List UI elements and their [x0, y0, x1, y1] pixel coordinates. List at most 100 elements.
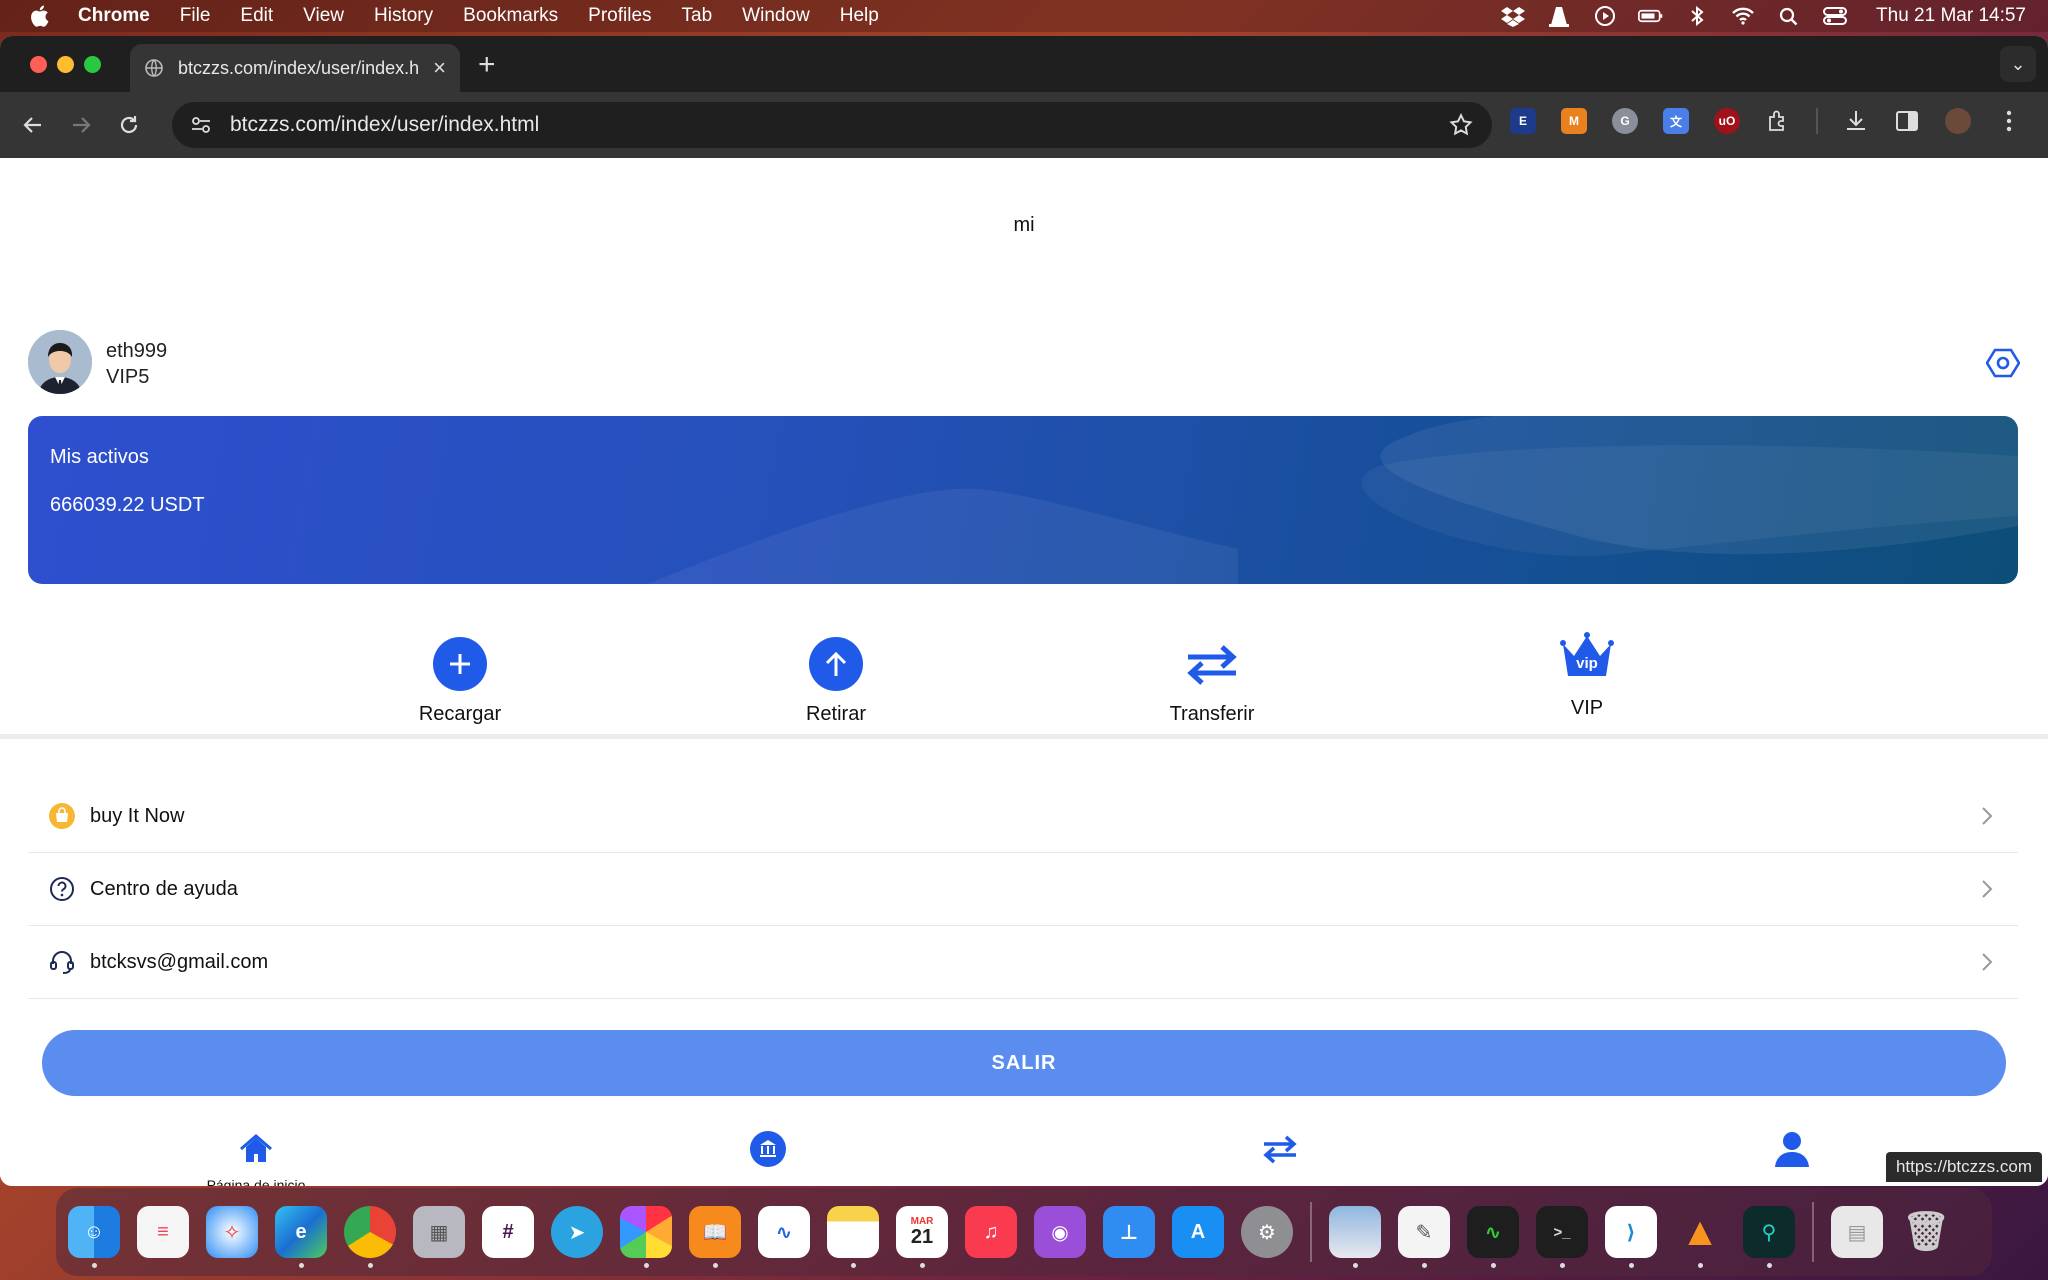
preview-icon[interactable]: [1329, 1206, 1381, 1268]
spotlight-search-icon[interactable]: [1776, 5, 1802, 27]
freeform-icon[interactable]: ∿: [758, 1206, 810, 1258]
menubar-history[interactable]: History: [374, 5, 433, 27]
new-tab-button[interactable]: +: [478, 48, 496, 82]
bottom-navigation: Página de inicio: [0, 1130, 2048, 1186]
menubar-view[interactable]: View: [303, 5, 344, 27]
minimize-window-button[interactable]: [57, 56, 74, 73]
finder-icon[interactable]: ☺: [68, 1206, 120, 1268]
telegram-icon[interactable]: ➤: [551, 1206, 603, 1258]
browser-tab[interactable]: btczzs.com/index/user/index.h ×: [130, 44, 460, 92]
withdraw-action[interactable]: Retirar: [756, 636, 916, 726]
nav-bank[interactable]: [668, 1130, 868, 1173]
side-panel-icon[interactable]: [1894, 108, 1920, 134]
calendar-icon[interactable]: MAR 21: [896, 1206, 948, 1268]
page-title: mi: [1013, 214, 1035, 236]
quick-actions: Recargar Retirar Transferir vip VIP: [0, 632, 2048, 736]
nav-transfer[interactable]: [1180, 1130, 1380, 1173]
music-icon[interactable]: ♫: [965, 1206, 1017, 1258]
withdraw-label: Retirar: [805, 703, 866, 725]
launchpad-icon[interactable]: ▦: [413, 1206, 465, 1258]
shop-icon: [49, 803, 75, 829]
address-bar[interactable]: btczzs.com/index/user/index.html: [172, 102, 1492, 148]
battery-icon[interactable]: [1638, 5, 1664, 27]
tab-search-chevron-icon[interactable]: ⌄: [2000, 46, 2036, 82]
menu-label: buy It Now: [90, 804, 185, 827]
system-settings-icon[interactable]: ⚙: [1241, 1206, 1293, 1258]
menubar-clock[interactable]: Thu 21 Mar 14:57: [1876, 5, 2026, 27]
ublock-origin-icon[interactable]: uO: [1714, 108, 1740, 134]
notes-icon[interactable]: [827, 1206, 879, 1268]
menubar-app-name[interactable]: Chrome: [78, 5, 150, 27]
extensions-puzzle-icon[interactable]: [1765, 108, 1791, 134]
play-circle-icon[interactable]: [1592, 5, 1618, 27]
podcasts-icon[interactable]: ◉: [1034, 1206, 1086, 1258]
extension-blue-icon[interactable]: E: [1510, 108, 1536, 134]
dock-separator: [1812, 1202, 1814, 1262]
vip-action[interactable]: vip VIP: [1507, 630, 1667, 720]
metamask-fox-icon[interactable]: M: [1561, 108, 1587, 134]
reload-button[interactable]: [114, 110, 144, 140]
vip-crown-icon: vip: [1560, 632, 1614, 676]
avatar-person-icon: [28, 330, 92, 394]
download-icon[interactable]: [1843, 108, 1869, 134]
google-translate-icon[interactable]: 文: [1663, 108, 1689, 134]
photos-icon[interactable]: [620, 1206, 672, 1268]
nav-profile[interactable]: [1692, 1130, 1892, 1173]
chrome-icon[interactable]: [344, 1206, 396, 1268]
books-icon[interactable]: 📖: [689, 1206, 741, 1268]
vlc-menubar-icon[interactable]: [1546, 5, 1572, 27]
trash-icon[interactable]: 🗑: [1900, 1206, 1952, 1258]
reload-icon: [120, 116, 138, 134]
menubar-help[interactable]: Help: [840, 5, 879, 27]
safari-icon[interactable]: ✧: [206, 1206, 258, 1258]
logout-button[interactable]: SALIR: [42, 1030, 2006, 1096]
dropbox-icon[interactable]: [1500, 5, 1526, 27]
more-menu-icon[interactable]: [1996, 108, 2022, 134]
forward-button[interactable]: [66, 110, 96, 140]
textedit-icon[interactable]: ✎: [1398, 1206, 1450, 1268]
vscode-icon[interactable]: ⟩: [1605, 1206, 1657, 1268]
reminders-icon[interactable]: ≡: [137, 1206, 189, 1258]
menu-item-support-email[interactable]: btcksvs@gmail.com: [28, 926, 2018, 999]
wifi-icon[interactable]: [1730, 5, 1756, 27]
terminal-icon[interactable]: >_: [1536, 1206, 1588, 1268]
control-center-icon[interactable]: [1822, 5, 1848, 27]
menubar-profiles[interactable]: Profiles: [588, 5, 651, 27]
zoom-window-button[interactable]: [84, 56, 101, 73]
menubar-file[interactable]: File: [180, 5, 211, 27]
recharge-action[interactable]: Recargar: [380, 636, 540, 726]
documents-stack-icon[interactable]: ▤: [1831, 1206, 1883, 1258]
app-store-icon[interactable]: A: [1172, 1206, 1224, 1258]
gitkraken-icon[interactable]: ⚲: [1743, 1206, 1795, 1268]
assets-card: Mis activos 666039.22 USDT: [28, 416, 2018, 584]
activity-monitor-icon[interactable]: ∿: [1467, 1206, 1519, 1268]
menubar-bookmarks[interactable]: Bookmarks: [463, 5, 558, 27]
menu-item-buy-now[interactable]: buy It Now: [28, 780, 2018, 853]
menubar-edit[interactable]: Edit: [240, 5, 273, 27]
edge-icon[interactable]: e: [275, 1206, 327, 1268]
ghost-extension-icon[interactable]: G: [1612, 108, 1638, 134]
transfer-action[interactable]: Transferir: [1132, 636, 1292, 726]
site-settings-icon[interactable]: [190, 114, 212, 136]
url-text[interactable]: btczzs.com/index/user/index.html: [230, 113, 1448, 137]
headset-icon: [50, 951, 74, 974]
bookmark-star-icon[interactable]: [1448, 112, 1474, 138]
vlc-icon[interactable]: ▲: [1674, 1206, 1726, 1268]
menu-item-help-center[interactable]: Centro de ayuda: [28, 853, 2018, 926]
back-button[interactable]: [18, 110, 48, 140]
macos-menubar: Chrome File Edit View History Bookmarks …: [0, 0, 2048, 32]
apple-logo-icon[interactable]: [28, 4, 50, 28]
menubar-tab[interactable]: Tab: [682, 5, 713, 27]
close-tab-icon[interactable]: ×: [433, 55, 446, 81]
profile-avatar-icon[interactable]: [1945, 108, 1971, 134]
calendar-day: 21: [910, 1226, 934, 1248]
slack-icon[interactable]: #: [482, 1206, 534, 1258]
menu-list: buy It Now Centro de ayuda btcksvs@gmail…: [28, 780, 2018, 999]
bluetooth-icon[interactable]: [1684, 5, 1710, 27]
keynote-icon[interactable]: ⊥: [1103, 1206, 1155, 1258]
settings-hexagon-icon[interactable]: [1986, 346, 2020, 380]
link-status-tooltip: https://btczzs.com: [1885, 1152, 2042, 1182]
menubar-window[interactable]: Window: [742, 5, 810, 27]
close-window-button[interactable]: [30, 56, 47, 73]
nav-home[interactable]: Página de inicio: [156, 1130, 356, 1186]
